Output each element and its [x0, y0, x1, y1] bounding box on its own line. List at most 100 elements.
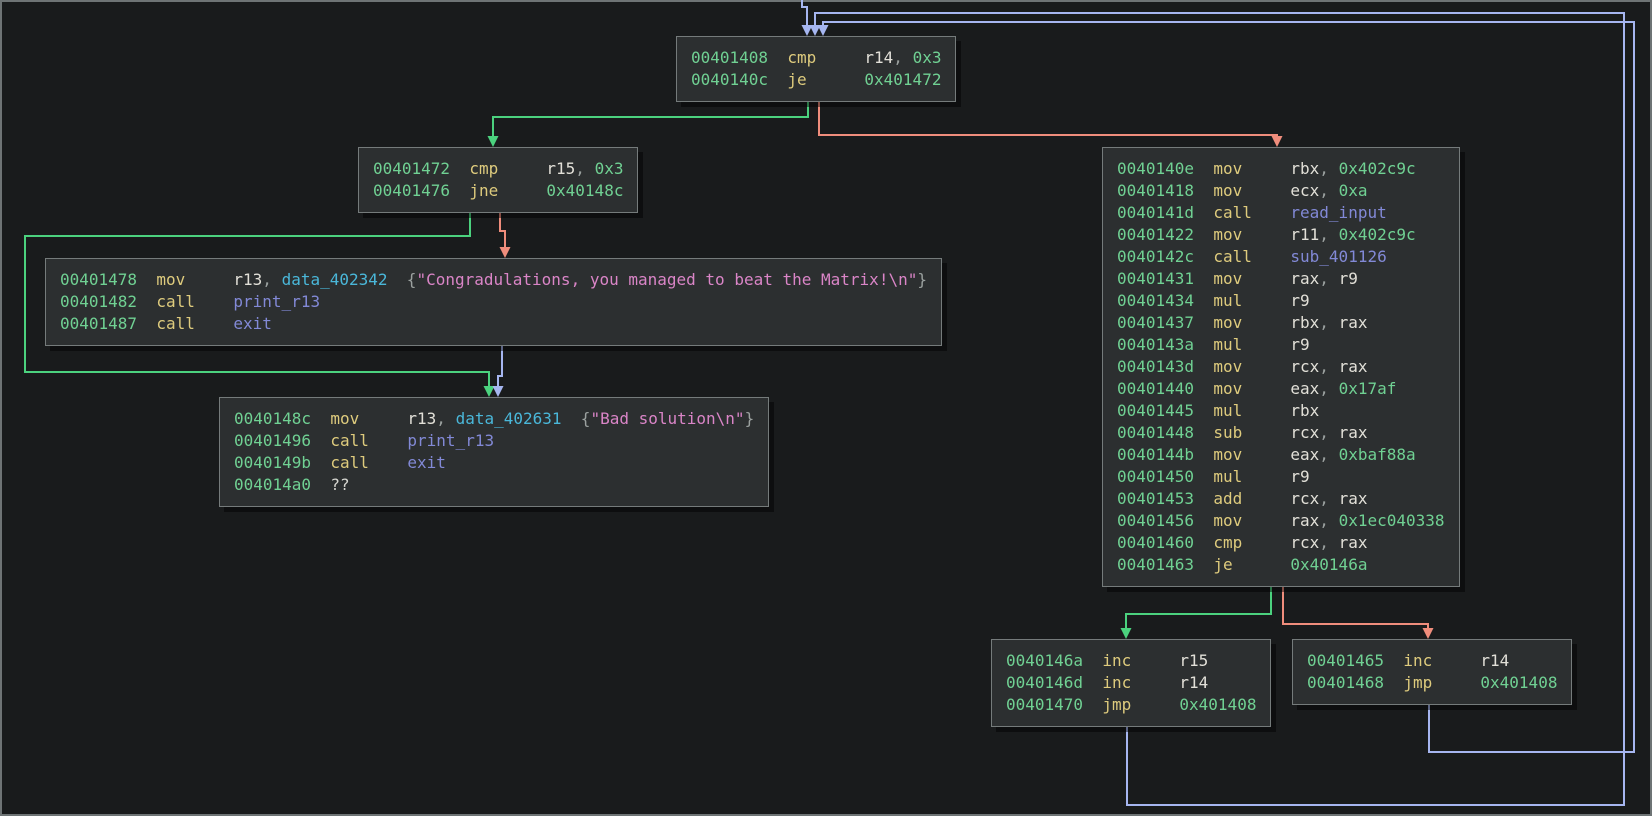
operand-reg: r9	[1339, 269, 1358, 288]
operand-reg: r11	[1290, 225, 1319, 244]
instruction-row[interactable]: 0040144b mov eax, 0xbaf88a	[1117, 444, 1445, 466]
instruction-mnemonic: mov	[156, 270, 233, 289]
instruction-address: 00401460	[1117, 533, 1194, 552]
instruction-row[interactable]: 00401472 cmp r15, 0x3	[373, 158, 623, 180]
instruction-address: 00401468	[1307, 673, 1384, 692]
column-gap	[1194, 203, 1213, 222]
column-gap	[1194, 401, 1213, 420]
column-gap	[1194, 445, 1213, 464]
instruction-row[interactable]: 0040146d inc r14	[1006, 672, 1256, 694]
instruction-row[interactable]: 00401437 mov rbx, rax	[1117, 312, 1445, 334]
instruction-row[interactable]: 00401496 call print_r13	[234, 430, 754, 452]
instruction-row[interactable]: 00401422 mov r11, 0x402c9c	[1117, 224, 1445, 246]
instruction-row[interactable]: 00401431 mov rax, r9	[1117, 268, 1445, 290]
instruction-mnemonic: mul	[1213, 467, 1290, 486]
instruction-mnemonic: sub	[1213, 423, 1290, 442]
instruction-row[interactable]: 0040142c call sub_401126	[1117, 246, 1445, 268]
column-gap	[137, 270, 156, 289]
instruction-address: 0040140c	[691, 70, 768, 89]
basic-block-b_401408[interactable]: 00401408 cmp r14, 0x30040140c je 0x40147…	[676, 36, 956, 102]
operand-reg: r14	[1480, 651, 1509, 670]
column-gap	[1384, 673, 1403, 692]
instruction-mnemonic: jmp	[1102, 695, 1179, 714]
instruction-mnemonic: mul	[1213, 335, 1290, 354]
instruction-row[interactable]: 00401418 mov ecx, 0xa	[1117, 180, 1445, 202]
column-gap	[1194, 379, 1213, 398]
instruction-address: 00401476	[373, 181, 450, 200]
instruction-row[interactable]: 0040141d call read_input	[1117, 202, 1445, 224]
instruction-row[interactable]: 0040148c mov r13, data_402631 {"Bad solu…	[234, 408, 754, 430]
instruction-address: 00401482	[60, 292, 137, 311]
instruction-row[interactable]: 004014a0 ??	[234, 474, 754, 496]
operand-punct: ,	[893, 48, 912, 67]
operand-punct: ,	[1319, 423, 1338, 442]
instruction-mnemonic: mov	[1213, 225, 1290, 244]
instruction-mnemonic: mov	[1213, 445, 1290, 464]
basic-block-b_40148c[interactable]: 0040148c mov r13, data_402631 {"Bad solu…	[219, 397, 769, 507]
instruction-row[interactable]: 00401476 jne 0x40148c	[373, 180, 623, 202]
operand-reg: r9	[1290, 291, 1309, 310]
operand-reg: ecx	[1290, 181, 1319, 200]
operand-reg: r15	[546, 159, 575, 178]
instruction-row[interactable]: 00401408 cmp r14, 0x3	[691, 47, 941, 69]
operand-reg: rax	[1290, 511, 1319, 530]
operand-punct: ,	[1319, 445, 1338, 464]
instruction-row[interactable]: 00401463 je 0x40146a	[1117, 554, 1445, 576]
instruction-row[interactable]: 00401482 call print_r13	[60, 291, 927, 313]
instruction-mnemonic: cmp	[787, 48, 864, 67]
operand-punct: ,	[1319, 181, 1338, 200]
operand-reg: rax	[1339, 533, 1368, 552]
operand-punct: {	[562, 409, 591, 428]
operand-reg: rbx	[1290, 313, 1319, 332]
operand-code: 0x401408	[1480, 673, 1557, 692]
basic-block-b_40140e[interactable]: 0040140e mov rbx, 0x402c9c00401418 mov e…	[1102, 147, 1460, 587]
column-gap	[1194, 225, 1213, 244]
instruction-row[interactable]: 00401465 inc r14	[1307, 650, 1557, 672]
instruction-row[interactable]: 0040140e mov rbx, 0x402c9c	[1117, 158, 1445, 180]
instruction-row[interactable]: 0040146a inc r15	[1006, 650, 1256, 672]
column-gap	[1194, 467, 1213, 486]
operand-reg: rax	[1339, 423, 1368, 442]
graph-canvas[interactable]: 00401408 cmp r14, 0x30040140c je 0x40147…	[0, 0, 1652, 816]
instruction-row[interactable]: 00401487 call exit	[60, 313, 927, 335]
instruction-row[interactable]: 0040140c je 0x401472	[691, 69, 941, 91]
instruction-row[interactable]: 00401460 cmp rcx, rax	[1117, 532, 1445, 554]
instruction-row[interactable]: 0040149b call exit	[234, 452, 754, 474]
operand-sym: print_r13	[233, 292, 320, 311]
instruction-row[interactable]: 00401453 add rcx, rax	[1117, 488, 1445, 510]
operand-punct: ,	[1319, 533, 1338, 552]
instruction-row[interactable]: 00401445 mul rbx	[1117, 400, 1445, 422]
instruction-address: 0040144b	[1117, 445, 1194, 464]
basic-block-b_401465[interactable]: 00401465 inc r1400401468 jmp 0x401408	[1292, 639, 1572, 705]
instruction-row[interactable]: 00401450 mul r9	[1117, 466, 1445, 488]
instruction-address: 00401472	[373, 159, 450, 178]
instruction-mnemonic: mov	[1213, 159, 1290, 178]
instruction-mnemonic: mov	[1213, 181, 1290, 200]
column-gap	[1083, 673, 1102, 692]
column-gap	[311, 475, 330, 494]
column-gap	[1194, 269, 1213, 288]
instruction-address: 00401463	[1117, 555, 1194, 574]
instruction-row[interactable]: 00401478 mov r13, data_402342 {"Congradu…	[60, 269, 927, 291]
instruction-row[interactable]: 00401434 mul r9	[1117, 290, 1445, 312]
edge-b_401408-to-b_401472	[493, 100, 808, 141]
instruction-row[interactable]: 00401456 mov rax, 0x1ec040338	[1117, 510, 1445, 532]
instruction-row[interactable]: 00401468 jmp 0x401408	[1307, 672, 1557, 694]
column-gap	[1083, 651, 1102, 670]
instruction-row[interactable]: 00401448 sub rcx, rax	[1117, 422, 1445, 444]
column-gap	[1194, 247, 1213, 266]
operand-punct: {	[388, 270, 417, 289]
arrowhead-icon	[488, 136, 499, 147]
instruction-address: 00401440	[1117, 379, 1194, 398]
operand-sym: sub_401126	[1290, 247, 1386, 266]
basic-block-b_40146a[interactable]: 0040146a inc r150040146d inc r1400401470…	[991, 639, 1271, 727]
operand-data: data_402631	[456, 409, 562, 428]
basic-block-b_401472[interactable]: 00401472 cmp r15, 0x300401476 jne 0x4014…	[358, 147, 638, 213]
instruction-address: 00401422	[1117, 225, 1194, 244]
instruction-mnemonic: mov	[1213, 269, 1290, 288]
instruction-row[interactable]: 00401440 mov eax, 0x17af	[1117, 378, 1445, 400]
basic-block-b_401478[interactable]: 00401478 mov r13, data_402342 {"Congradu…	[45, 258, 942, 346]
instruction-row[interactable]: 0040143a mul r9	[1117, 334, 1445, 356]
instruction-row[interactable]: 00401470 jmp 0x401408	[1006, 694, 1256, 716]
instruction-row[interactable]: 0040143d mov rcx, rax	[1117, 356, 1445, 378]
